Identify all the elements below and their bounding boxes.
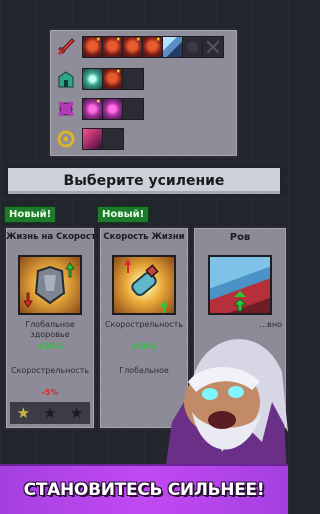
- star-icon: ★: [69, 404, 84, 422]
- upgrade-slot-locked: [183, 36, 203, 57]
- upgrade-slot[interactable]: ★: [143, 36, 163, 57]
- upgrade-row-magic: ★: [54, 96, 144, 121]
- promo-banner: СТАНОВИТЕСЬ СИЛЬНЕЕ!: [0, 464, 288, 514]
- upgrade-slot[interactable]: ★: [103, 36, 123, 57]
- upgrade-slot-empty: [123, 69, 143, 89]
- upgrade-card-1[interactable]: Жизнь на Скорости Глобальное здоровье +3…: [4, 226, 102, 430]
- upgrade-slot-empty: [123, 99, 143, 119]
- page-title: Выберите усиление: [6, 166, 282, 196]
- upgrade-row-gold: [54, 126, 124, 151]
- stat-value-down: -5%: [41, 388, 59, 397]
- upgrade-slot[interactable]: ★: [83, 98, 103, 119]
- upgrade-slot[interactable]: [83, 128, 103, 149]
- tower-icon: [54, 67, 78, 91]
- upgrade-row-tower: ★: [54, 66, 144, 91]
- card-title: Ров: [229, 232, 251, 243]
- upgrade-slot[interactable]: ★: [103, 68, 123, 89]
- upgrade-slot[interactable]: [103, 98, 123, 119]
- rating-stars: ★ ★ ★: [10, 402, 90, 424]
- upgrade-slot[interactable]: [163, 36, 183, 57]
- banner-text: СТАНОВИТЕСЬ СИЛЬНЕЕ!: [23, 480, 265, 500]
- upgrade-slot[interactable]: [83, 68, 103, 89]
- new-badge: Новый!: [97, 206, 150, 223]
- armor-icon: [18, 255, 82, 315]
- upgrade-slot-empty: [203, 37, 223, 57]
- card-title: Жизнь на Скорости: [6, 232, 102, 242]
- upgrade-slot-empty: [103, 129, 123, 149]
- gold-icon: [54, 127, 78, 151]
- star-icon: ★: [43, 404, 57, 422]
- potion-icon: [112, 255, 176, 315]
- upgrade-row-attack: ★ ★ ★ ★: [54, 34, 224, 59]
- moat-icon: [208, 255, 272, 315]
- stat-value-up: +30%: [37, 342, 63, 351]
- stat-label: Глобальное здоровье: [25, 320, 75, 339]
- magic-icon: [54, 97, 78, 121]
- star-icon: ★: [16, 404, 31, 422]
- upgrade-slot[interactable]: ★: [123, 36, 143, 57]
- upgrade-panel: ★ ★ ★ ★ ★ ★: [48, 28, 239, 158]
- upgrade-slot[interactable]: ★: [83, 36, 103, 57]
- sword-icon: [54, 35, 78, 59]
- card-title: Скорость Жизни: [103, 232, 185, 242]
- new-badge: Новый!: [4, 206, 57, 223]
- stat-label: Скорострельность: [10, 366, 90, 375]
